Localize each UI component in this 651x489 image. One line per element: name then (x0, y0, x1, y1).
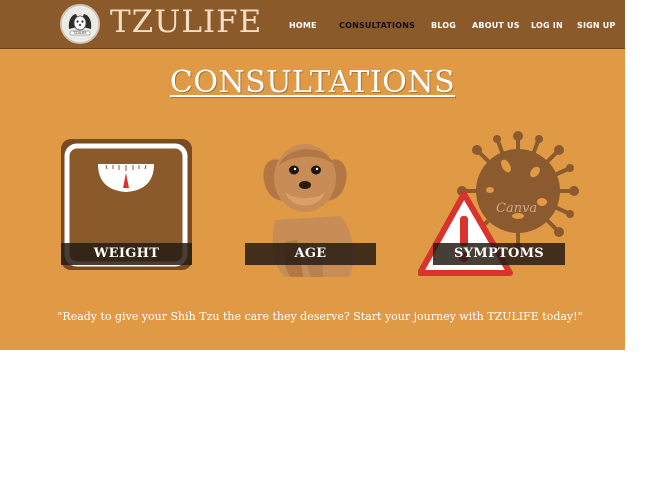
age-card-label: AGE (245, 243, 376, 265)
nav-home-link[interactable]: HOME (289, 21, 317, 30)
page-background: TZULIFE TZULIFE HOME CONSULTATIONS BLOG … (0, 0, 625, 350)
age-card[interactable]: AGE (245, 130, 395, 278)
nav-blog-link[interactable]: BLOG (431, 21, 456, 30)
brand-logo[interactable]: TZULIFE (60, 4, 100, 44)
weight-card-label: WEIGHT (61, 243, 192, 265)
dog-logo-icon: TZULIFE (63, 7, 97, 41)
top-navbar: TZULIFE TZULIFE HOME CONSULTATIONS BLOG … (0, 0, 625, 49)
nav-log-in-link[interactable]: LOG IN (531, 21, 563, 30)
logo-text: TZULIFE (72, 31, 86, 35)
cta-quote: "Ready to give your Shih Tzu the care th… (57, 310, 583, 323)
symptoms-card-label: SYMPTOMS (433, 243, 565, 265)
nav-consultations-link[interactable]: CONSULTATIONS (339, 21, 415, 30)
canva-watermark: Canva (496, 201, 537, 216)
symptoms-card[interactable]: Canva SYMPTOMS (418, 130, 579, 278)
weight-card[interactable]: WEIGHT (55, 130, 205, 278)
page-title: CONSULTATIONS (169, 65, 456, 100)
nav-about-us-link[interactable]: ABOUT US (472, 21, 520, 30)
nav-sign-up-link[interactable]: SIGN UP (577, 21, 616, 30)
brand-name[interactable]: TZULIFE (110, 2, 262, 42)
